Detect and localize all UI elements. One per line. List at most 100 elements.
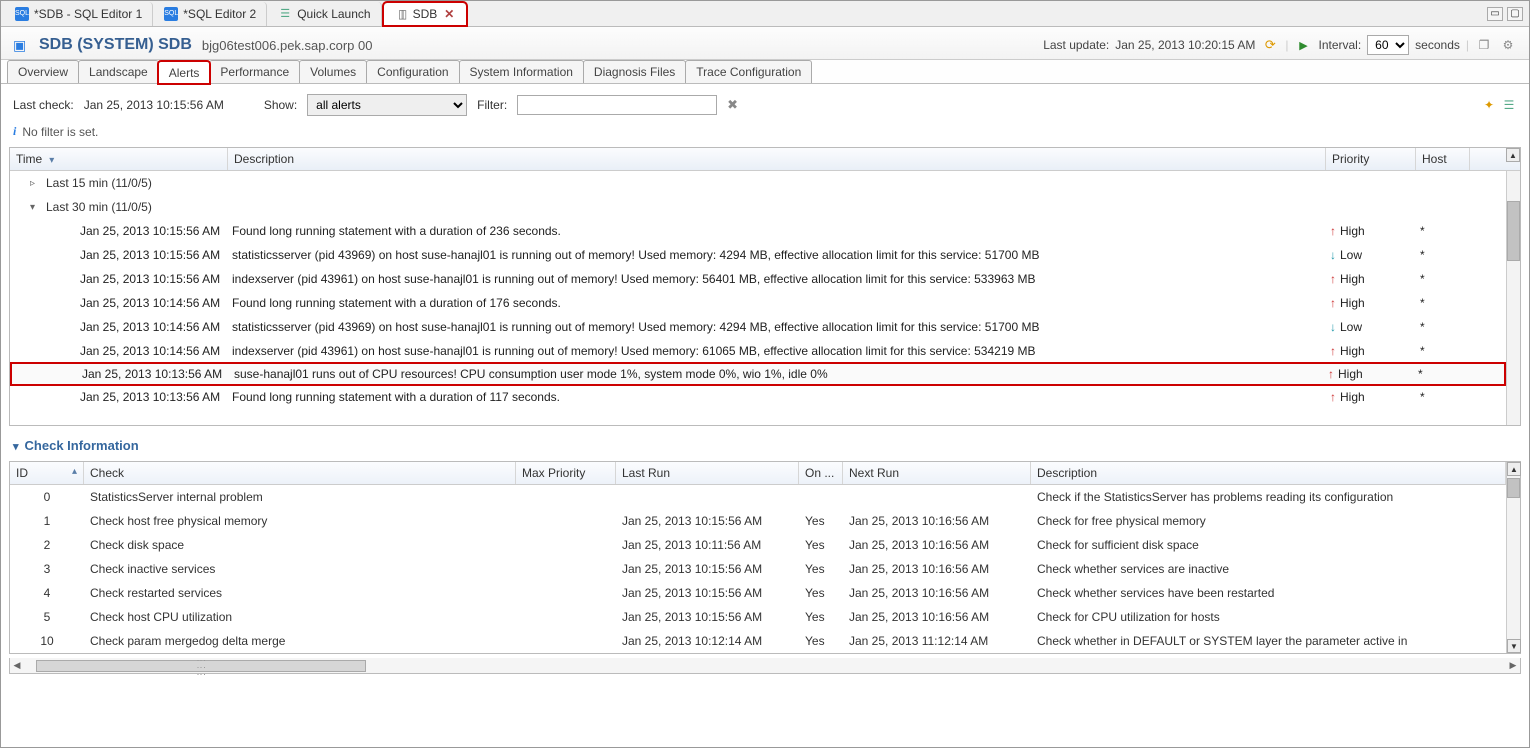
check-row[interactable]: 0StatisticsServer internal problemCheck … [10, 485, 1506, 509]
alert-row-partial [10, 409, 1506, 425]
column-id[interactable]: ID [10, 462, 84, 484]
tab-volumes[interactable]: Volumes [299, 60, 367, 83]
info-icon: i [13, 124, 16, 139]
interval-select[interactable]: 60 [1367, 35, 1409, 55]
column-check-description[interactable]: Description [1031, 462, 1506, 484]
check-row[interactable]: 10Check param mergedog delta mergeJan 25… [10, 629, 1506, 653]
scroll-up-button[interactable]: ▲ [1507, 462, 1521, 476]
filter-input[interactable] [517, 95, 717, 115]
clear-filter-button[interactable]: ✖ [727, 97, 738, 113]
tab-quick-launch[interactable]: Quick Launch [268, 2, 381, 26]
scroll-thumb[interactable] [1507, 478, 1520, 498]
scroll-left-button[interactable]: ◀ [10, 659, 24, 673]
configure-alerts-icon[interactable] [1481, 97, 1497, 113]
sql-icon: SQL [15, 7, 29, 21]
show-select[interactable]: all alerts [307, 94, 467, 116]
filter-label: Filter: [477, 98, 507, 112]
tab-overview[interactable]: Overview [7, 60, 79, 83]
tab-sql-editor-2[interactable]: SQL *SQL Editor 2 [154, 2, 267, 26]
editor-tabs: SQL *SDB - SQL Editor 1 SQL *SQL Editor … [1, 1, 1529, 27]
check-table-body: 0StatisticsServer internal problemCheck … [10, 485, 1506, 653]
priority-arrow-icon [1330, 248, 1336, 262]
column-next-run[interactable]: Next Run [843, 462, 1031, 484]
alert-row[interactable]: Jan 25, 2013 10:15:56 AMindexserver (pid… [10, 267, 1506, 291]
alerts-table: Time Description Priority Host ▲ ▹Last 1… [9, 147, 1521, 426]
scroll-up-button[interactable]: ▲ [1506, 148, 1520, 162]
column-description[interactable]: Description [228, 148, 1326, 170]
maximize-view-button[interactable]: ▢ [1507, 7, 1523, 21]
refresh-button[interactable] [1261, 36, 1279, 54]
filter-info-text: No filter is set. [22, 125, 98, 139]
check-table-header: ID Check Max Priority Last Run On ... Ne… [10, 462, 1506, 485]
tab-landscape[interactable]: Landscape [78, 60, 159, 83]
table-icon [278, 7, 292, 21]
priority-arrow-icon [1330, 296, 1336, 310]
vertical-scrollbar[interactable] [1506, 171, 1520, 425]
horizontal-scrollbar[interactable]: ◀ ▶ [9, 658, 1521, 674]
check-info-header[interactable]: Check Information [1, 426, 1529, 461]
last-update-value: Jan 25, 2013 10:20:15 AM [1115, 38, 1255, 52]
tab-sql-editor-1[interactable]: SQL *SDB - SQL Editor 1 [5, 2, 153, 26]
tab-label: SDB [413, 7, 438, 21]
scroll-down-button[interactable]: ▼ [1507, 639, 1521, 653]
alert-group[interactable]: ▹Last 15 min (11/0/5) [10, 171, 1506, 195]
priority-arrow-icon [1330, 320, 1336, 334]
alert-row[interactable]: Jan 25, 2013 10:14:56 AMFound long runni… [10, 291, 1506, 315]
interval-label: Interval: [1318, 38, 1361, 52]
column-host[interactable]: Host [1416, 148, 1470, 170]
tab-configuration[interactable]: Configuration [366, 60, 459, 83]
tab-label: Quick Launch [297, 7, 370, 21]
scroll-right-button[interactable]: ▶ [1506, 659, 1520, 673]
database-icon [13, 37, 29, 53]
copy-button[interactable] [1475, 36, 1493, 54]
settings-button[interactable] [1499, 36, 1517, 54]
column-time[interactable]: Time [10, 148, 228, 170]
tab-label: *SDB - SQL Editor 1 [34, 7, 142, 21]
tab-sdb[interactable]: SDB ✕ [383, 2, 468, 26]
last-check-value: Jan 25, 2013 10:15:56 AM [84, 98, 224, 112]
column-max-priority[interactable]: Max Priority [516, 462, 616, 484]
view-options-icon[interactable] [1501, 97, 1517, 113]
tab-alerts[interactable]: Alerts [158, 61, 211, 84]
expand-icon[interactable]: ▾ [30, 202, 40, 213]
sort-desc-icon [46, 152, 54, 166]
alert-row[interactable]: Jan 25, 2013 10:13:56 AMFound long runni… [10, 385, 1506, 409]
column-priority[interactable]: Priority [1326, 148, 1416, 170]
alerts-table-header: Time Description Priority Host ▲ [10, 148, 1520, 171]
alert-row[interactable]: Jan 25, 2013 10:15:56 AMFound long runni… [10, 219, 1506, 243]
tab-performance[interactable]: Performance [209, 60, 300, 83]
column-last-run[interactable]: Last Run [616, 462, 799, 484]
check-row[interactable]: 3Check inactive servicesJan 25, 2013 10:… [10, 557, 1506, 581]
alert-row[interactable]: Jan 25, 2013 10:14:56 AMindexserver (pid… [10, 339, 1506, 363]
column-check[interactable]: Check [84, 462, 516, 484]
alert-row[interactable]: Jan 25, 2013 10:14:56 AMstatisticsserver… [10, 315, 1506, 339]
minimize-view-button[interactable]: ▭ [1487, 7, 1503, 21]
alert-row[interactable]: Jan 25, 2013 10:13:56 AMsuse-hanajl01 ru… [10, 362, 1506, 386]
tab-diagnosis-files[interactable]: Diagnosis Files [583, 60, 686, 83]
priority-arrow-icon [1330, 224, 1336, 238]
check-row[interactable]: 2Check disk spaceJan 25, 2013 10:11:56 A… [10, 533, 1506, 557]
check-info-table: ID Check Max Priority Last Run On ... Ne… [9, 461, 1521, 654]
close-tab-icon[interactable]: ✕ [442, 7, 456, 21]
priority-arrow-icon [1330, 344, 1336, 358]
priority-arrow-icon [1330, 272, 1336, 286]
column-on[interactable]: On ... [799, 462, 843, 484]
check-row[interactable]: 4Check restarted servicesJan 25, 2013 10… [10, 581, 1506, 605]
check-row[interactable]: 1Check host free physical memoryJan 25, … [10, 509, 1506, 533]
expand-icon[interactable]: ▹ [30, 178, 40, 189]
alerts-filter-bar: Last check: Jan 25, 2013 10:15:56 AM Sho… [1, 84, 1529, 122]
alert-group[interactable]: ▾Last 30 min (11/0/5) [10, 195, 1506, 219]
collapse-icon[interactable] [13, 438, 19, 453]
check-row[interactable]: 5Check host CPU utilizationJan 25, 2013 … [10, 605, 1506, 629]
alerts-table-body: ▹Last 15 min (11/0/5)▾Last 30 min (11/0/… [10, 171, 1506, 425]
filter-info: i No filter is set. [1, 122, 1529, 147]
scroll-thumb[interactable] [36, 660, 366, 672]
priority-arrow-icon [1328, 367, 1334, 381]
auto-refresh-button[interactable] [1294, 36, 1312, 54]
tab-system-information[interactable]: System Information [459, 60, 584, 83]
system-host: bjg06test006.pek.sap.corp 00 [202, 38, 373, 53]
alert-row[interactable]: Jan 25, 2013 10:15:56 AMstatisticsserver… [10, 243, 1506, 267]
system-header: SDB (SYSTEM) SDB bjg06test006.pek.sap.co… [1, 27, 1529, 60]
scroll-thumb[interactable] [1507, 201, 1520, 261]
tab-trace-configuration[interactable]: Trace Configuration [685, 60, 812, 83]
